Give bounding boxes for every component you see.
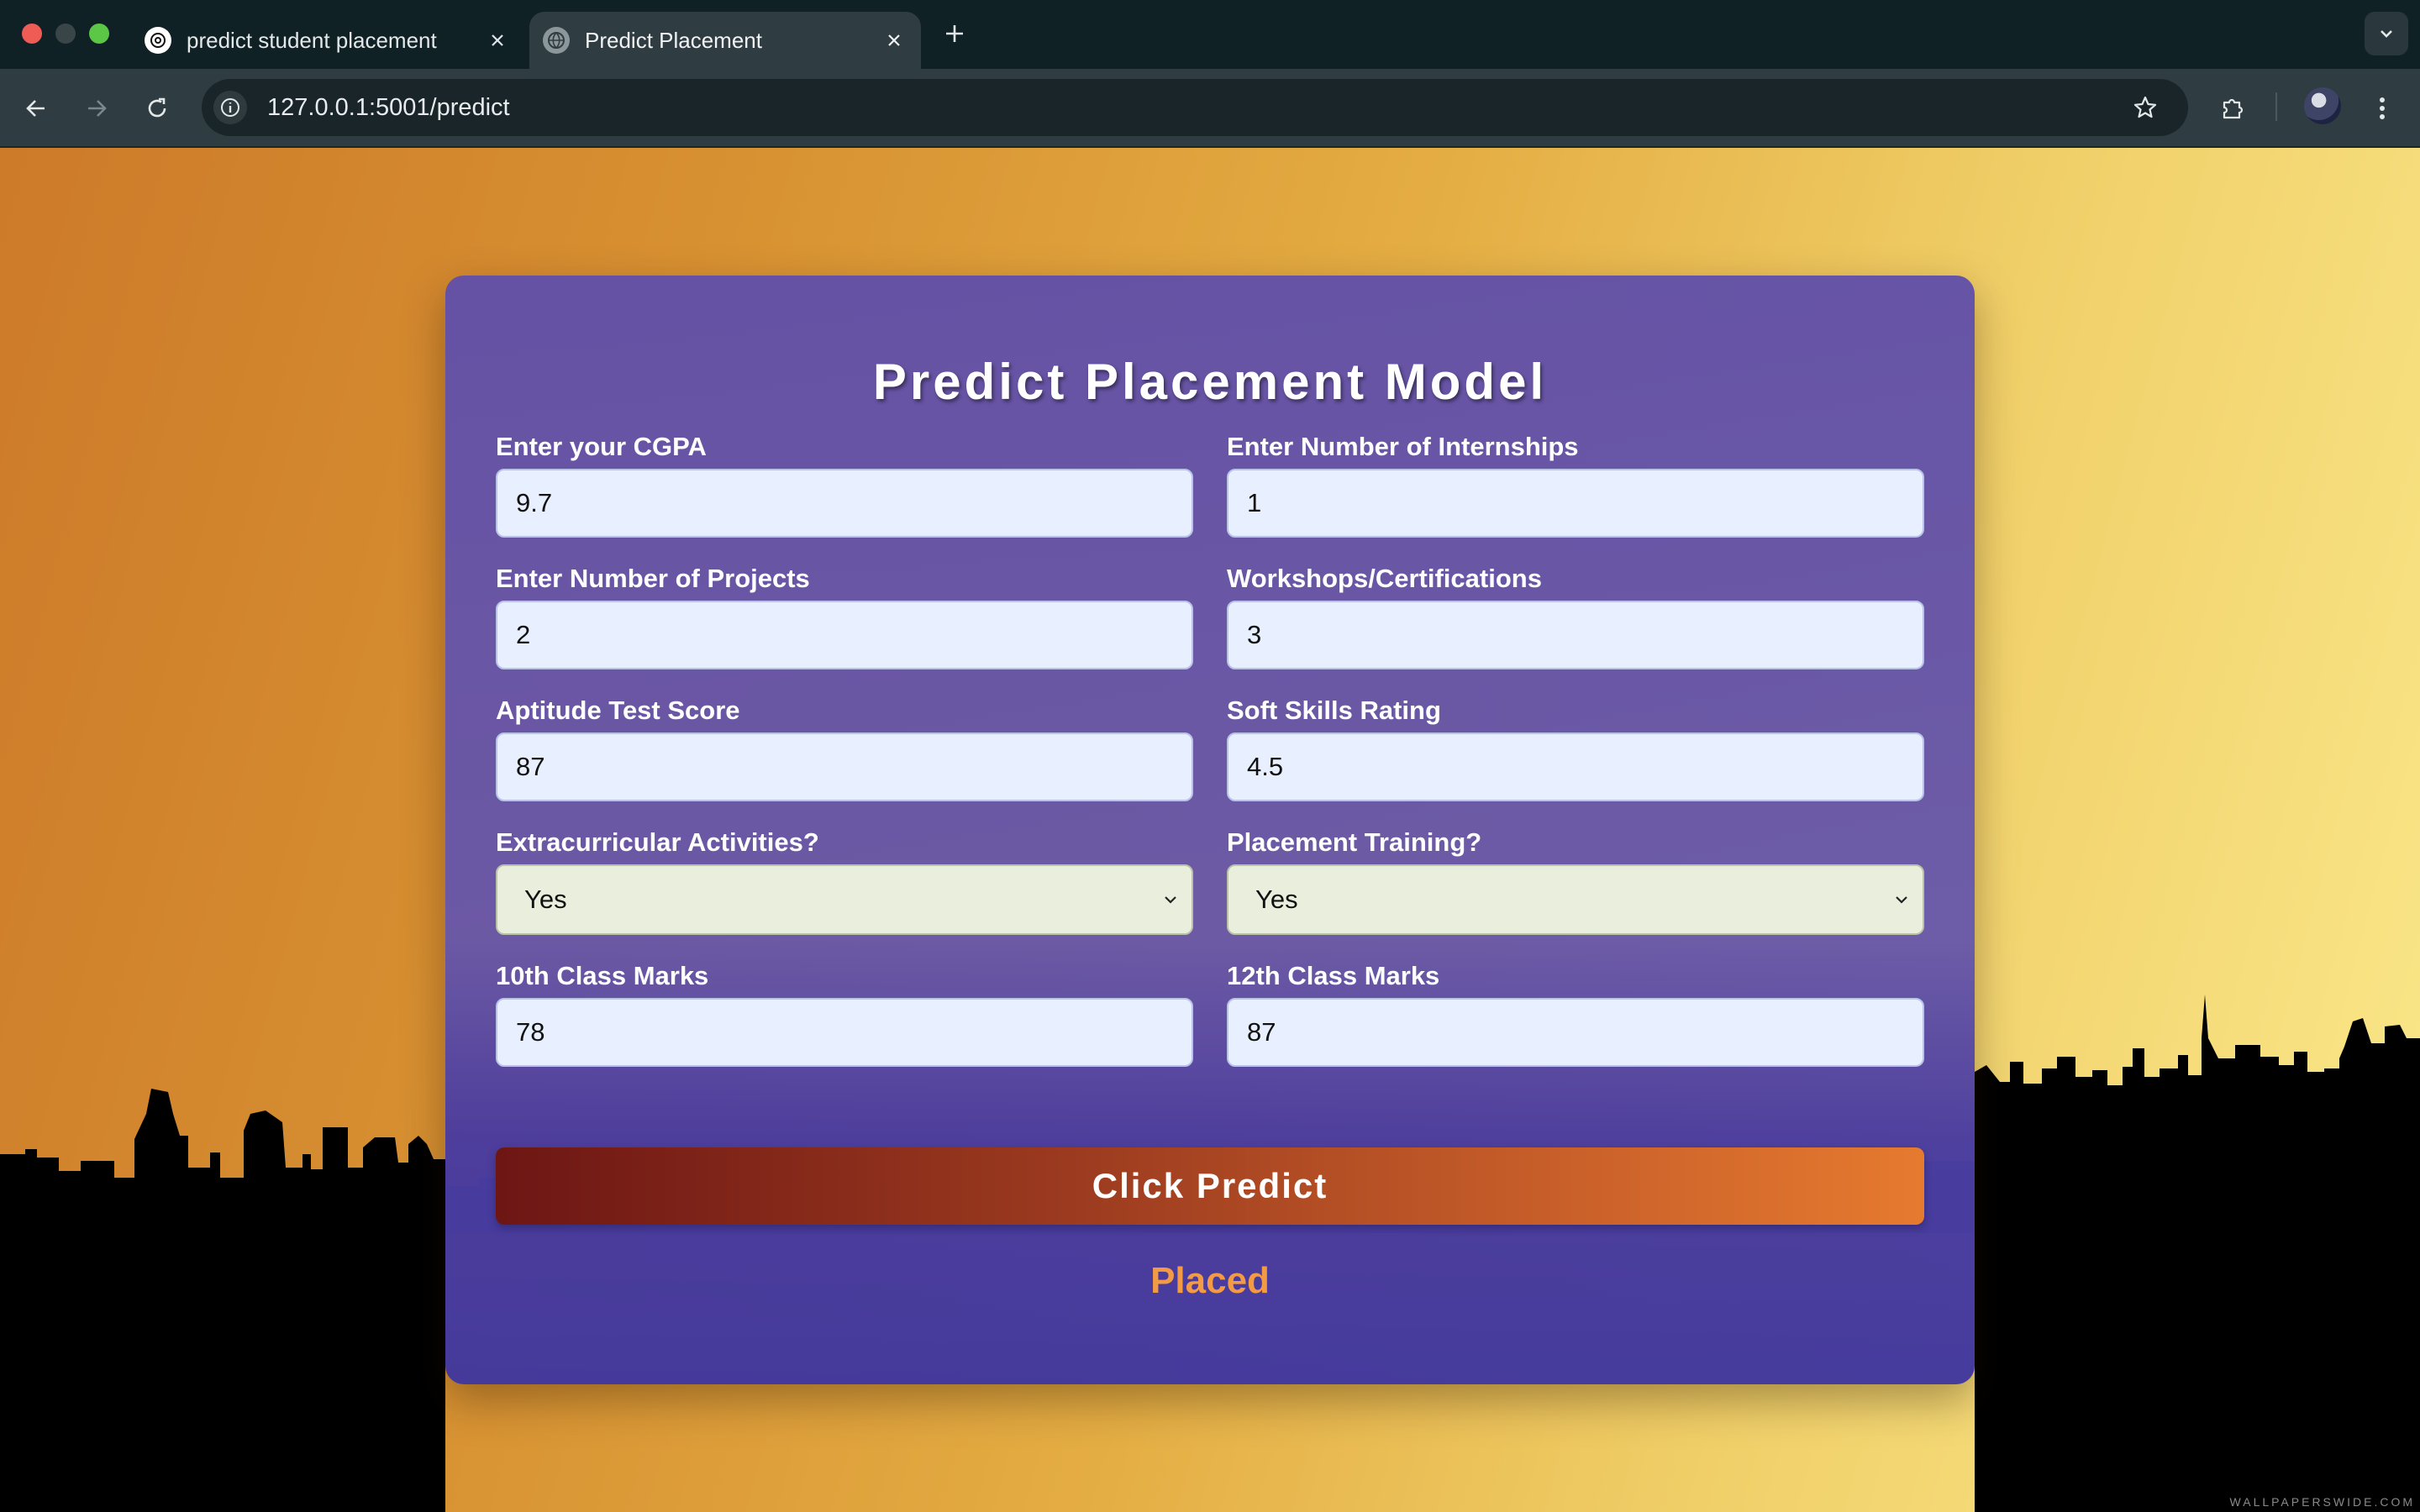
globe-icon [543, 27, 570, 54]
tenth-marks-input[interactable]: 78 [496, 998, 1193, 1067]
prediction-result: Placed [1150, 1260, 1270, 1301]
projects-label: Enter Number of Projects [496, 564, 810, 593]
placement-training-select[interactable]: Yes [1227, 864, 1924, 935]
workshops-label: Workshops/Certifications [1227, 564, 1542, 593]
profile-avatar[interactable] [2304, 87, 2341, 124]
toolbar-divider [2275, 92, 2277, 121]
predict-button[interactable]: Click Predict [496, 1147, 1924, 1225]
minimize-window-button[interactable] [55, 24, 76, 44]
soft-skills-field: Soft Skills Rating 4.5 [1227, 696, 1924, 801]
tenth-marks-field: 10th Class Marks 78 [496, 961, 1193, 1067]
tab-search-chevron-down-icon[interactable] [2365, 12, 2408, 55]
chevron-down-icon [1165, 896, 1176, 904]
bookmark-star-icon[interactable] [2124, 87, 2166, 129]
tab-title: predict student placement [187, 27, 437, 53]
extracurricular-field: Extracurricular Activities? Yes [496, 827, 1193, 935]
twelfth-marks-field: 12th Class Marks 87 [1227, 961, 1924, 1067]
placement-training-selected-value: Yes [1255, 885, 1298, 914]
twelfth-marks-label: 12th Class Marks [1227, 961, 1440, 990]
placement-training-label: Placement Training? [1227, 827, 1482, 857]
twelfth-marks-input[interactable]: 87 [1227, 998, 1924, 1067]
address-bar[interactable]: 127.0.0.1:5001/predict [202, 79, 2188, 136]
browser-toolbar: 127.0.0.1:5001/predict [0, 69, 2420, 148]
close-window-button[interactable] [22, 24, 42, 44]
aptitude-input[interactable]: 87 [496, 732, 1193, 801]
close-tab-icon[interactable] [877, 24, 911, 57]
internships-field: Enter Number of Internships 1 [1227, 432, 1924, 538]
more-menu-icon[interactable] [2361, 87, 2403, 129]
aptitude-field: Aptitude Test Score 87 [496, 696, 1193, 801]
cgpa-label: Enter your CGPA [496, 432, 707, 461]
aptitude-label: Aptitude Test Score [496, 696, 740, 725]
extracurricular-selected-value: Yes [524, 885, 567, 914]
soft-skills-input[interactable]: 4.5 [1227, 732, 1924, 801]
internships-input[interactable]: 1 [1227, 469, 1924, 538]
browser-tab-predict-student-placement[interactable]: predict student placement [131, 12, 524, 69]
internships-label: Enter Number of Internships [1227, 432, 1579, 461]
back-arrow-icon[interactable] [17, 89, 55, 128]
projects-field: Enter Number of Projects 2 [496, 564, 1193, 669]
projects-input[interactable]: 2 [496, 601, 1193, 669]
close-tab-icon[interactable] [481, 24, 514, 57]
page-title: Predict Placement Model [872, 354, 1548, 410]
url-text[interactable]: 127.0.0.1:5001/predict [267, 94, 2124, 122]
extracurricular-select[interactable]: Yes [496, 864, 1193, 935]
browser-tab-predict-placement[interactable]: Predict Placement [529, 12, 921, 69]
forward-arrow-icon[interactable] [77, 89, 116, 128]
placement-training-field: Placement Training? Yes [1227, 827, 1924, 935]
openai-icon [145, 27, 171, 54]
wallpaper-watermark: WALLPAPERSWIDE.COM [2229, 1495, 2415, 1509]
workshops-input[interactable]: 3 [1227, 601, 1924, 669]
site-info-icon[interactable] [213, 91, 247, 124]
prediction-form-card: Predict Placement Model Enter your CGPA … [445, 276, 1975, 1384]
reload-icon[interactable] [138, 89, 176, 128]
soft-skills-label: Soft Skills Rating [1227, 696, 1441, 725]
tenth-marks-label: 10th Class Marks [496, 961, 709, 990]
page-viewport: Predict Placement Model Enter your CGPA … [0, 148, 2420, 1512]
extensions-puzzle-icon[interactable] [2212, 87, 2254, 129]
chevron-down-icon [1896, 896, 1907, 904]
tab-title: Predict Placement [585, 27, 762, 53]
cgpa-field: Enter your CGPA 9.7 [496, 432, 1193, 538]
cgpa-input[interactable]: 9.7 [496, 469, 1193, 538]
new-tab-plus-icon[interactable] [938, 17, 971, 50]
workshops-field: Workshops/Certifications 3 [1227, 564, 1924, 669]
browser-tab-bar: predict student placement Predict Placem… [0, 0, 2420, 69]
maximize-window-button[interactable] [89, 24, 109, 44]
extracurricular-label: Extracurricular Activities? [496, 827, 819, 857]
